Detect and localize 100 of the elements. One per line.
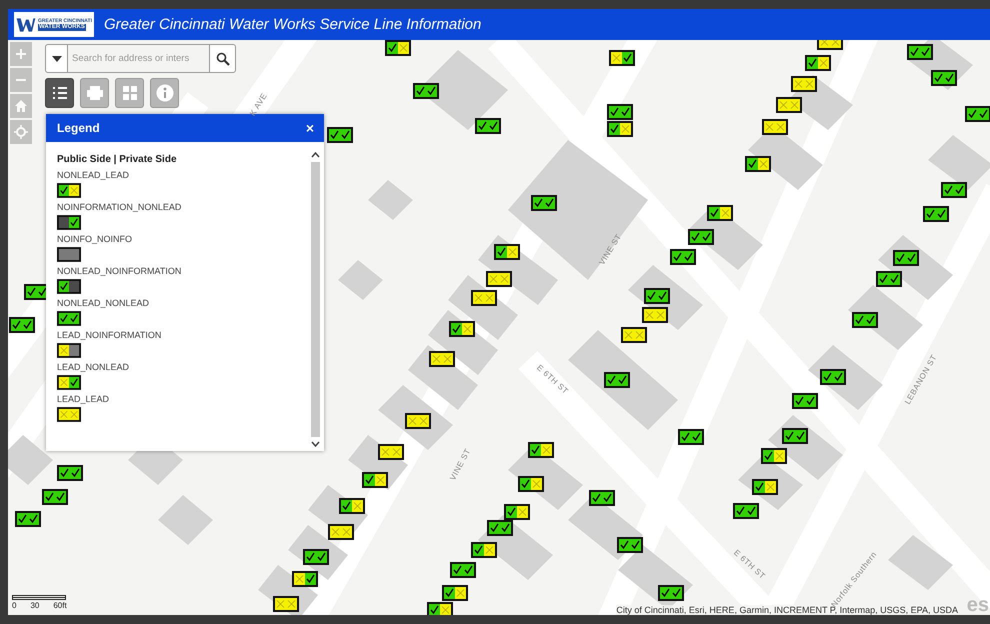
- service-line-marker-icon[interactable]: [820, 369, 846, 385]
- info-button[interactable]: [150, 78, 179, 108]
- service-line-marker-icon[interactable]: [518, 476, 544, 492]
- legend-label: LEAD_NONLEAD: [57, 362, 130, 373]
- list-icon: [52, 86, 68, 100]
- close-button[interactable]: ×: [304, 120, 316, 136]
- legend-heading: Public Side | Private Side: [57, 154, 178, 165]
- service-line-marker-icon[interactable]: [607, 121, 633, 137]
- search-icon: [216, 52, 230, 66]
- service-line-marker-icon[interactable]: [805, 55, 831, 71]
- service-line-marker-icon[interactable]: [42, 489, 68, 505]
- street-label: E 6TH ST: [535, 363, 570, 396]
- search-field[interactable]: Search for address or inters: [68, 44, 209, 73]
- printer-icon: [86, 85, 104, 101]
- service-line-marker-icon[interactable]: [761, 448, 787, 464]
- app-title: Greater Cincinnati Water Works Service Line Information: [104, 16, 482, 33]
- service-line-marker-icon[interactable]: [923, 206, 949, 222]
- service-line-marker-icon[interactable]: [876, 271, 902, 287]
- service-line-marker-icon[interactable]: [471, 542, 497, 558]
- service-line-marker-icon[interactable]: [931, 70, 957, 86]
- service-line-marker-icon[interactable]: [450, 562, 476, 578]
- service-line-marker-icon[interactable]: [792, 393, 818, 409]
- scale-label: 0: [12, 601, 16, 610]
- legend-button[interactable]: [45, 78, 74, 108]
- service-line-marker-icon[interactable]: [362, 472, 388, 488]
- service-line-marker-icon[interactable]: [688, 229, 714, 245]
- service-line-marker-icon[interactable]: [642, 307, 668, 323]
- service-line-marker-icon[interactable]: [604, 372, 630, 388]
- scrollbar-thumb[interactable]: [310, 162, 320, 437]
- service-line-marker-icon[interactable]: [494, 244, 520, 260]
- service-line-marker-icon[interactable]: [678, 429, 704, 445]
- legend-label: LEAD_LEAD: [57, 394, 110, 405]
- scale-label: 60ft: [53, 601, 67, 610]
- service-line-marker-icon[interactable]: [617, 537, 643, 553]
- search-button[interactable]: [209, 44, 236, 73]
- service-line-marker-icon[interactable]: [429, 351, 455, 367]
- service-line-marker-icon[interactable]: [707, 205, 733, 221]
- home-icon: [14, 99, 28, 113]
- service-line-marker-icon[interactable]: [292, 571, 318, 587]
- service-line-marker-icon[interactable]: [762, 119, 788, 135]
- service-line-marker-icon[interactable]: [528, 442, 554, 458]
- service-line-marker-icon[interactable]: [9, 317, 35, 333]
- service-line-marker-icon[interactable]: [471, 290, 497, 306]
- service-line-marker-icon[interactable]: [385, 40, 411, 56]
- legend-label: NONLEAD_NOINFORMATION: [57, 266, 182, 277]
- scale-line-icon: [12, 595, 66, 600]
- service-line-marker-icon[interactable]: [487, 520, 513, 536]
- service-line-marker-icon[interactable]: [475, 118, 501, 134]
- scroll-down-icon: [310, 441, 320, 447]
- map-attribution: City of Cincinnati, Esri, HERE, Garmin, INCREMENT P, Intermap, USGS, EPA, USDA: [616, 605, 958, 615]
- service-line-marker-icon[interactable]: [413, 83, 439, 99]
- service-line-marker-icon[interactable]: [303, 549, 329, 565]
- service-line-marker-icon[interactable]: [531, 195, 557, 211]
- service-line-marker-icon[interactable]: [57, 465, 83, 481]
- service-line-marker-icon[interactable]: [589, 490, 615, 506]
- service-line-marker-icon[interactable]: [15, 511, 41, 527]
- service-line-marker-icon[interactable]: [644, 288, 670, 304]
- service-line-marker-icon[interactable]: [378, 444, 404, 460]
- service-line-marker-icon[interactable]: [745, 156, 771, 172]
- service-line-marker-icon[interactable]: [327, 127, 353, 143]
- plus-icon: [15, 48, 27, 60]
- esri-logo: es: [966, 594, 989, 615]
- scale-label: 30: [30, 601, 40, 610]
- service-line-marker-icon[interactable]: [405, 413, 431, 429]
- street-label: E 6TH ST: [732, 548, 768, 581]
- service-line-marker-icon[interactable]: [791, 76, 817, 92]
- service-line-marker-icon[interactable]: [782, 428, 808, 444]
- service-line-marker-icon[interactable]: [609, 50, 635, 66]
- legend-title: Legend: [57, 121, 100, 135]
- search-source-dropdown[interactable]: [45, 44, 68, 73]
- service-line-marker-icon[interactable]: [339, 498, 365, 514]
- service-line-marker-icon[interactable]: [776, 97, 802, 113]
- caret-icon: [52, 56, 62, 62]
- service-line-marker-icon[interactable]: [852, 312, 878, 328]
- scroll-up-icon: [310, 152, 320, 158]
- legend-label: NOINFO_NOINFO: [57, 234, 132, 245]
- info-icon: [156, 84, 174, 102]
- service-line-marker-icon[interactable]: [752, 479, 778, 495]
- scrollbar[interactable]: [310, 152, 320, 447]
- service-line-marker-icon[interactable]: [504, 504, 530, 520]
- service-line-marker-icon[interactable]: [442, 585, 468, 601]
- legend-label: LEAD_NOINFORMATION: [57, 330, 162, 341]
- service-line-marker-icon[interactable]: [670, 249, 696, 265]
- service-line-marker-icon[interactable]: [449, 321, 475, 337]
- grid-icon: [122, 85, 138, 101]
- service-line-marker-icon[interactable]: [273, 596, 299, 612]
- service-line-marker-icon[interactable]: [893, 250, 919, 266]
- service-line-marker-icon[interactable]: [427, 602, 453, 615]
- service-line-marker-icon[interactable]: [733, 503, 759, 519]
- service-line-marker-icon[interactable]: [965, 106, 990, 122]
- basemap-button[interactable]: [115, 78, 144, 108]
- legend-label: NOINFORMATION_NONLEAD: [57, 202, 182, 213]
- print-button[interactable]: [80, 78, 109, 108]
- service-line-marker-icon[interactable]: [607, 104, 633, 120]
- service-line-marker-icon[interactable]: [328, 524, 354, 540]
- service-line-marker-icon[interactable]: [621, 327, 647, 343]
- service-line-marker-icon[interactable]: [907, 44, 933, 60]
- service-line-marker-icon[interactable]: [941, 182, 967, 198]
- service-line-marker-icon[interactable]: [486, 271, 512, 287]
- service-line-marker-icon[interactable]: [658, 585, 684, 601]
